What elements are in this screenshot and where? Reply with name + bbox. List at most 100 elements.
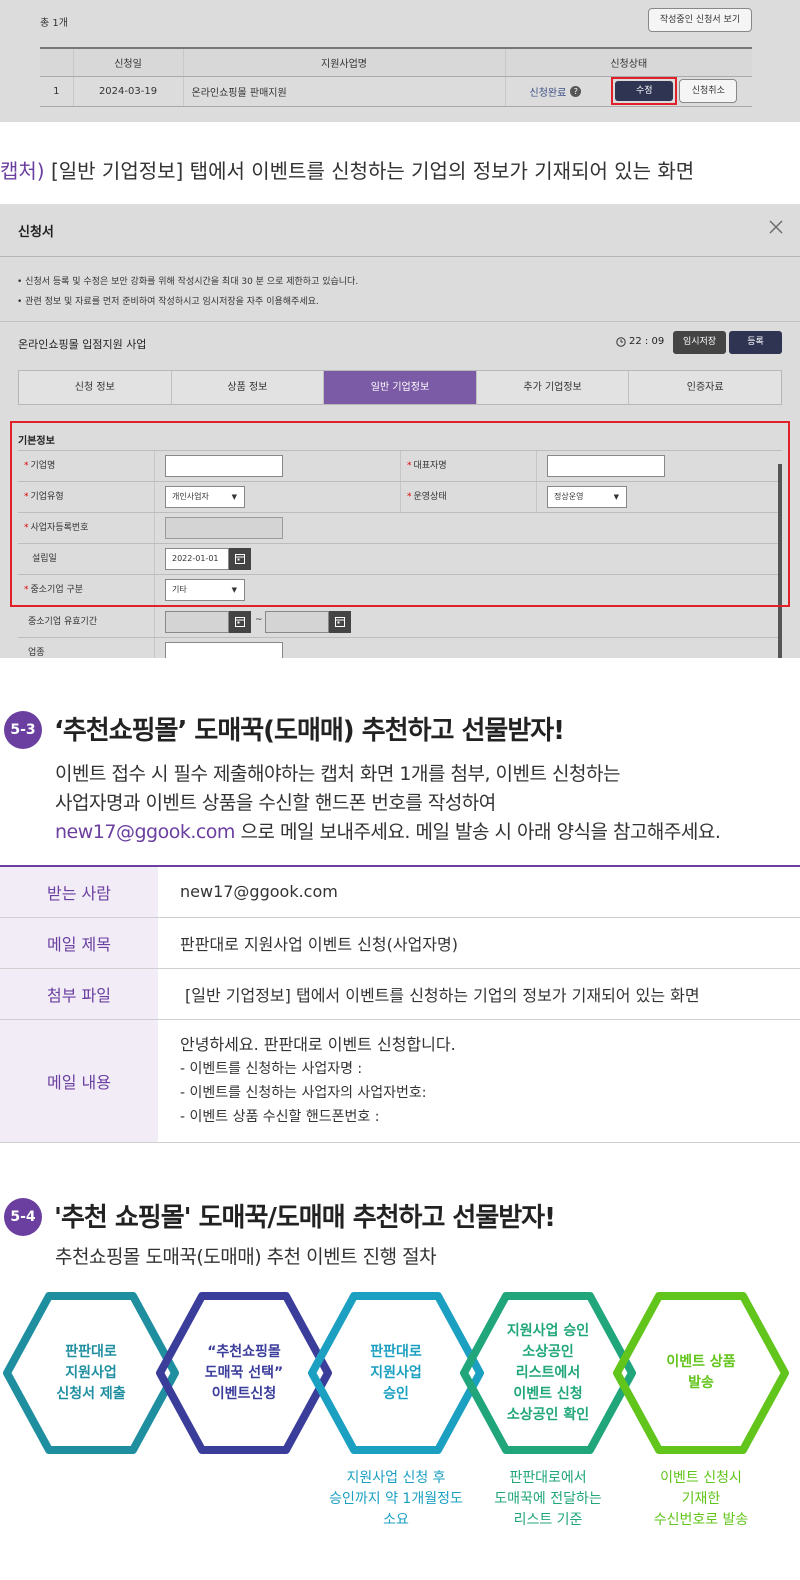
process-note: 이벤트 신청시 기재한 수신번호로 발송: [616, 1468, 786, 1531]
temp-save-button[interactable]: 임시저장: [673, 331, 726, 354]
section-title: ‘추천쇼핑몰’ 도매꾹(도매매) 추천하고 선물받자!: [54, 716, 565, 746]
column-header-name: 지원사업명: [183, 47, 506, 77]
body-line: - 이벤트를 신청하는 사업자의 사업자번호:: [180, 1084, 427, 1101]
form-row: 중소기업 유효기간 ~: [18, 606, 782, 637]
tab-bar: 신청 정보 상품 정보 일반 기업정보 추가 기업정보 인증자료: [18, 370, 782, 405]
attachment-label: 첨부 파일: [0, 968, 158, 1020]
description-line: 사업자명과 이벤트 상품을 수신할 핸드폰 번호를 작성하여: [55, 792, 496, 814]
note-text-line: 승인까지 약 1개월정도: [329, 1491, 463, 1507]
process-step-label: 판판대로 지원사업 승인: [321, 1342, 471, 1405]
body-label: 메일 내용: [0, 1019, 158, 1143]
mail-template-table: 받는 사람 new17@ggook.com 메일 제목 판판대로 지원사업 이벤…: [0, 865, 800, 1143]
divider: [0, 256, 800, 257]
range-separator: ~: [255, 615, 263, 625]
sme-valid-end-input[interactable]: [265, 611, 329, 633]
edit-button-highlight: 수정: [611, 77, 678, 105]
recipient-label: 받는 사람: [0, 866, 158, 918]
timer-value: 22 : 09: [629, 336, 665, 347]
sme-valid-start-input[interactable]: [165, 611, 229, 633]
tab-product-info[interactable]: 상품 정보: [172, 371, 325, 404]
table-row: 받는 사람 new17@ggook.com: [0, 866, 800, 918]
column-header-status: 신청상태: [505, 47, 752, 77]
tab-general-company-info[interactable]: 일반 기업정보: [324, 371, 477, 404]
process-step-label: “추천쇼핑몰도매꾹 선택” 이벤트신청: [169, 1342, 319, 1405]
calendar-icon[interactable]: [329, 611, 351, 633]
step-text-line: 지원사업 승인: [506, 1322, 590, 1339]
subject-value: 판판대로 지원사업 이벤트 신청(사업자명): [158, 917, 800, 969]
body-line: - 이벤트를 신청하는 사업자명 :: [180, 1060, 363, 1077]
step-text-line: 지원사업: [370, 1364, 422, 1381]
modal-title: 신청서: [18, 225, 54, 240]
process-step-label: 이벤트 상품 발송: [626, 1352, 776, 1394]
help-icon[interactable]: ?: [570, 85, 582, 97]
step-text-line: 이벤트신청: [211, 1385, 277, 1402]
section-subtitle: 추천쇼핑몰 도매꾹(도매매) 추천 이벤트 진행 절차: [55, 1246, 437, 1268]
table-header-row: 신청일 지원사업명 신청상태: [40, 47, 752, 77]
step-text-line: 판판대로: [370, 1343, 422, 1360]
program-name: 온라인쇼핑몰 입점지원 사업: [18, 338, 147, 351]
close-icon[interactable]: [768, 219, 784, 235]
step-text-line: 지원사업: [65, 1364, 117, 1381]
step-text-line: 리스트에서: [515, 1364, 581, 1381]
body-line: 안녕하세요. 판판대로 이벤트 신청합니다.: [180, 1034, 456, 1054]
process-note: 지원사업 신청 후 승인까지 약 1개월정도 소요: [311, 1468, 481, 1531]
subject-label: 메일 제목: [0, 917, 158, 969]
caption-body: [일반 기업정보] 탭에서 이벤트를 신청하는 기업의 정보가 기재되어 있는 …: [44, 159, 695, 183]
section-description: 이벤트 접수 시 필수 제출해야하는 캡처 화면 1개를 첨부, 이벤트 신청하…: [55, 760, 800, 847]
step-text-line: 소상공인: [522, 1343, 574, 1360]
tab-certification[interactable]: 인증자료: [629, 371, 781, 404]
clock-icon: [616, 336, 626, 347]
step-text-line: 신청서 제출: [56, 1385, 126, 1402]
column-header-date: 신청일: [73, 47, 184, 77]
application-list-panel: 총 1개 작성중인 신청서 보기 신청일 지원사업명 신청상태 1 2024-0…: [0, 0, 800, 122]
total-count: 총 1개: [40, 18, 68, 29]
note-text-line: 판판대로에서: [509, 1470, 587, 1486]
description-text: 으로 메일 보내주세요. 메일 발송 시 아래 양식을 참고해주세요.: [234, 821, 721, 843]
note-text-line: 소요: [383, 1512, 409, 1528]
tab-application-info[interactable]: 신청 정보: [19, 371, 172, 404]
edit-button[interactable]: 수정: [615, 81, 674, 101]
description-line: 이벤트 접수 시 필수 제출해야하는 캡처 화면 1개를 첨부, 이벤트 신청하…: [55, 763, 620, 785]
industry-label: 업종: [28, 648, 45, 658]
table-row: 메일 제목 판판대로 지원사업 이벤트 신청(사업자명): [0, 917, 800, 969]
row-program-name: 온라인쇼핑몰 판매지원: [183, 76, 506, 107]
section-badge: 5-3: [4, 711, 42, 749]
register-button[interactable]: 등록: [729, 331, 782, 354]
step-text-line: 판판대로: [65, 1343, 117, 1360]
body-value: 안녕하세요. 판판대로 이벤트 신청합니다. - 이벤트를 신청하는 사업자명 …: [158, 1019, 800, 1143]
application-table: 신청일 지원사업명 신청상태 1 2024-03-19 온라인쇼핑몰 판매지원 …: [40, 47, 752, 107]
row-date: 2024-03-19: [73, 76, 184, 107]
calendar-icon[interactable]: [229, 611, 251, 633]
section-title: '추천 쇼핑몰' 도매꾹/도매매 추천하고 선물받자!: [54, 1203, 556, 1233]
body-line: - 이벤트 상품 수신할 핸드폰번호 :: [180, 1108, 380, 1125]
status-link[interactable]: 신청완료: [530, 84, 567, 99]
description-line: new17@ggook.com 으로 메일 보내주세요. 메일 발송 시 아래 …: [55, 818, 800, 847]
table-row: 첨부 파일 [일반 기업정보] 탭에서 이벤트를 신청하는 기업의 정보가 기재…: [0, 968, 800, 1020]
field-label: 중소기업 유효기간: [18, 607, 155, 637]
notice-line: • 관련 정보 및 자료를 먼저 준비하여 작성하시고 임시저장을 자주 이용해…: [17, 297, 319, 307]
sme-valid-period-label: 중소기업 유효기간: [28, 617, 98, 627]
column-header-num: [40, 47, 74, 77]
row-num: 1: [40, 76, 74, 107]
row-status-cell: 신청완료 ? 수정 신청취소: [505, 76, 752, 107]
section-badge: 5-4: [4, 1198, 42, 1236]
highlight-box: [10, 421, 790, 607]
process-note: 판판대로에서 도매꾹에 전달하는 리스트 기준: [463, 1468, 633, 1531]
step-text-line: 도매꾹 선택”: [204, 1364, 284, 1381]
tab-additional-company-info[interactable]: 추가 기업정보: [477, 371, 630, 404]
step-text-line: “추천쇼핑몰: [207, 1343, 281, 1360]
timer: 22 : 09: [616, 336, 664, 347]
step-text-line: 소상공인 확인: [506, 1406, 590, 1423]
industry-input[interactable]: [165, 642, 283, 658]
field-label: 업종: [18, 638, 155, 658]
view-drafts-button[interactable]: 작성중인 신청서 보기: [648, 8, 752, 32]
email-link[interactable]: new17@ggook.com: [55, 821, 235, 843]
notice-line: • 신청서 등록 및 수정은 보안 강화를 위해 작성시간을 최대 30 분 으…: [17, 277, 359, 287]
step-text-line: 이벤트 신청: [513, 1385, 583, 1402]
divider: [0, 321, 800, 322]
caption-text: 캡처) [일반 기업정보] 탭에서 이벤트를 신청하는 기업의 정보가 기재되어…: [0, 155, 694, 184]
caption-accent: 캡처): [0, 159, 45, 183]
recipient-value: new17@ggook.com: [158, 866, 800, 918]
cancel-application-button[interactable]: 신청취소: [679, 79, 738, 103]
process-step-label: 지원사업 승인소상공인리스트에서이벤트 신청소상공인 확인: [473, 1321, 623, 1426]
